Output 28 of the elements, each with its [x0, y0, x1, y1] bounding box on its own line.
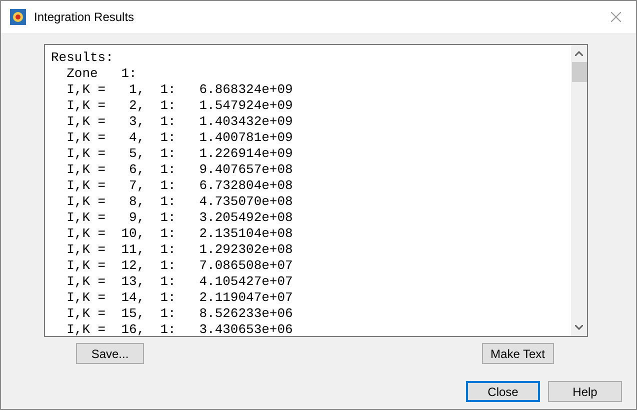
result-line: I,K = 12, 1: 7.086508e+07	[66, 258, 294, 274]
results-text-area[interactable]	[44, 44, 588, 337]
result-line: I,K = 4, 1: 1.400781e+09	[66, 130, 294, 146]
result-line: I,K = 10, 1: 2.135104e+08	[66, 226, 294, 242]
result-line: I,K = 13, 1: 4.105427e+07	[66, 274, 294, 290]
result-line: I,K = 14, 1: 2.119047e+07	[66, 290, 294, 306]
close-button[interactable]: Close	[466, 381, 540, 402]
result-line: I,K = 15, 1: 8.526233e+06	[66, 306, 294, 322]
result-line: I,K = 1, 1: 6.868324e+09	[66, 82, 294, 98]
result-line: I,K = 2, 1: 1.547924e+09	[66, 98, 294, 114]
result-line: I,K = 11, 1: 1.292302e+08	[66, 242, 294, 258]
window-title: Integration Results	[34, 9, 134, 26]
save-button[interactable]: Save...	[76, 343, 144, 364]
result-line: I,K = 16, 1: 3.430653e+06	[66, 322, 294, 338]
result-line: I,K = 9, 1: 3.205492e+08	[66, 210, 294, 226]
close-icon[interactable]	[611, 12, 621, 22]
app-icon	[10, 9, 26, 25]
result-line: Zone 1:	[66, 66, 138, 82]
result-line: I,K = 6, 1: 9.407657e+08	[66, 162, 294, 178]
scrollbar[interactable]	[571, 45, 587, 336]
help-button[interactable]: Help	[548, 381, 622, 402]
result-line: I,K = 3, 1: 1.403432e+09	[66, 114, 294, 130]
scrollbar-thumb[interactable]	[572, 62, 586, 82]
result-line: I,K = 7, 1: 6.732804e+08	[66, 178, 294, 194]
result-line: I,K = 8, 1: 4.735070e+08	[66, 194, 294, 210]
result-line: Results:	[51, 50, 114, 66]
make-text-button[interactable]: Make Text	[482, 343, 554, 364]
result-line: I,K = 5, 1: 1.226914e+09	[66, 146, 294, 162]
